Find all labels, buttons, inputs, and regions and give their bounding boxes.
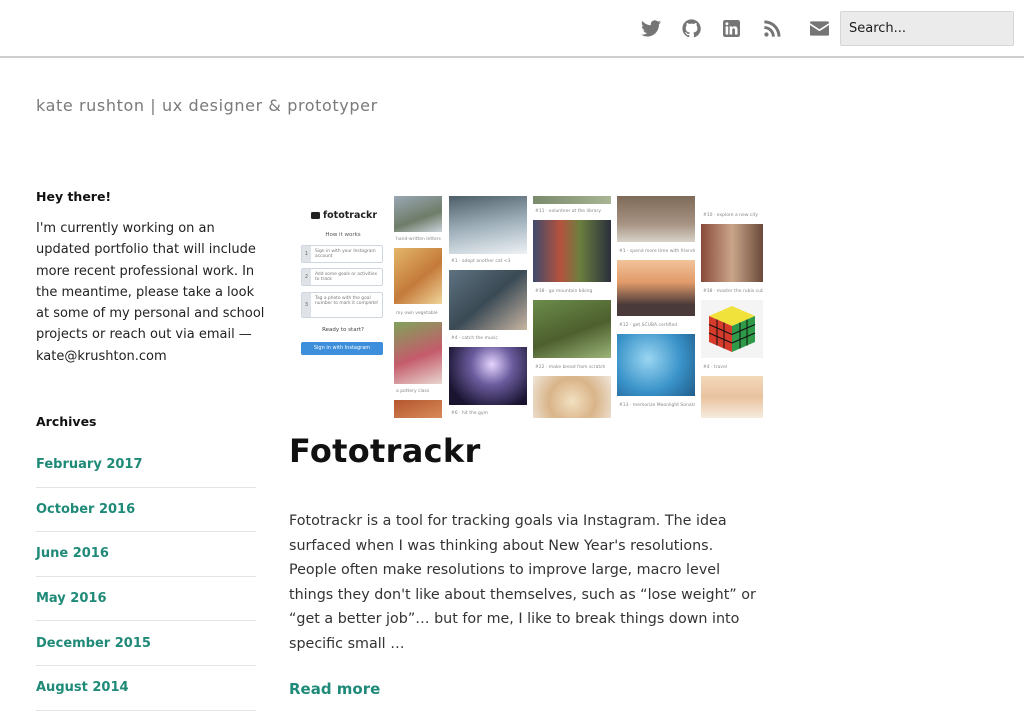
photo-caption: #1 · spend more time with friends xyxy=(617,246,695,258)
archive-item: August 2014 xyxy=(36,666,256,711)
intro-heading: Hey there! xyxy=(36,189,112,204)
archive-link[interactable]: June 2016 xyxy=(36,546,109,561)
photo-column: hand-written letters my own vegetable a … xyxy=(394,196,442,418)
archive-link[interactable]: August 2014 xyxy=(36,680,129,695)
photo-column: #10 · explore a new city #38 · master th… xyxy=(701,196,763,418)
archives-list: February 2017 October 2016 June 2016 May… xyxy=(36,443,256,711)
photo-caption: #6 · hit the gym xyxy=(449,408,527,418)
post-title[interactable]: Fototrackr xyxy=(289,432,481,470)
photo-caption: #38 · go mountain biking xyxy=(533,286,611,298)
how-it-works-heading: How it works xyxy=(325,232,361,238)
photo-caption: #12 · get SCUBA certified xyxy=(617,320,695,332)
archive-link[interactable]: February 2017 xyxy=(36,457,143,472)
photo-tile xyxy=(449,196,527,254)
step-number: 1 xyxy=(302,246,311,262)
photo-tile xyxy=(617,334,695,396)
photo-caption: a pottery class xyxy=(394,386,442,398)
photo-tile xyxy=(394,400,442,418)
photo-tile xyxy=(617,196,695,242)
photo-column: #1 · adopt another cat <3 #4 · catch the… xyxy=(449,196,527,418)
photo-tile xyxy=(394,248,442,304)
camera-icon xyxy=(311,212,320,219)
step-card: 1 Sign in with your Instagram account xyxy=(301,245,383,263)
photo-column: #11 · volunteer at the library #38 · go … xyxy=(533,196,611,418)
photo-caption: #4 · travel xyxy=(701,362,763,374)
archive-link[interactable]: December 2015 xyxy=(36,636,151,651)
rubik-cube-photo xyxy=(701,300,763,358)
archive-item: February 2017 xyxy=(36,443,256,488)
photo-caption: #11 · volunteer at the library xyxy=(533,206,611,218)
photo-tile xyxy=(533,300,611,358)
photo-tile xyxy=(394,196,442,232)
archive-link[interactable]: May 2016 xyxy=(36,591,107,606)
site-title[interactable]: kate rushton | ux designer & prototyper xyxy=(36,96,378,115)
step-card: 2 Add some goals or activities to track xyxy=(301,268,383,286)
step-text: Sign in with your Instagram account xyxy=(315,249,376,260)
logo-text: fototrackr xyxy=(323,210,377,221)
photo-tile xyxy=(394,322,442,384)
photo-caption: #1 · adopt another cat <3 xyxy=(449,256,527,268)
photo-caption: #13 · memorize Moonlight Sonata xyxy=(617,400,695,412)
photo-column: #1 · spend more time with friends #12 · … xyxy=(617,196,695,418)
photo-caption: #38 · master the rubix cube xyxy=(701,286,763,298)
photo-tile xyxy=(701,376,763,418)
archives-heading: Archives xyxy=(36,414,97,429)
photo-tile xyxy=(701,224,763,282)
search-input[interactable] xyxy=(840,11,1014,46)
archive-item: May 2016 xyxy=(36,577,256,622)
photo-tile xyxy=(533,196,611,204)
archive-item: December 2015 xyxy=(36,621,256,666)
intro-text: I'm currently working on an updated port… xyxy=(36,221,265,364)
archive-link[interactable]: October 2016 xyxy=(36,502,135,517)
fototrackr-intro-panel: fototrackr How it works 1 Sign in with yo… xyxy=(297,196,389,418)
step-card: 3 Tag a photo with the goal number to mar… xyxy=(301,292,383,318)
photo-caption: hand-written letters xyxy=(394,234,442,246)
archive-item: June 2016 xyxy=(36,532,256,577)
photo-caption: my own vegetable xyxy=(394,308,442,320)
fototrackr-logo: fototrackr xyxy=(311,210,377,221)
photo-caption: #4 · catch the music xyxy=(449,333,527,345)
photo-tile xyxy=(533,220,611,282)
photo-tile xyxy=(533,376,611,418)
step-number: 2 xyxy=(302,269,311,285)
step-text: Add some goals or activities to track xyxy=(315,272,377,283)
photo-caption: #22 · make bread from scratch xyxy=(533,362,611,374)
archive-item: October 2016 xyxy=(36,488,256,533)
photo-caption: #10 · explore a new city xyxy=(701,210,763,222)
photo-tile xyxy=(449,347,527,405)
ready-text: Ready to start? xyxy=(322,327,364,333)
feature-image[interactable]: fototrackr How it works 1 Sign in with yo… xyxy=(297,196,763,418)
twitter-icon[interactable] xyxy=(640,17,662,39)
linkedin-icon[interactable] xyxy=(721,17,741,39)
github-icon[interactable] xyxy=(680,17,702,39)
rss-icon[interactable] xyxy=(762,17,782,39)
top-bar xyxy=(0,0,1024,58)
photo-tile xyxy=(449,270,527,330)
step-number: 3 xyxy=(302,293,311,317)
photo-tile xyxy=(617,260,695,316)
step-text: Tag a photo with the goal number to mark… xyxy=(315,296,379,307)
rubik-cube-icon xyxy=(708,306,756,352)
post-excerpt: Fototrackr is a tool for tracking goals … xyxy=(289,513,756,652)
read-more-link[interactable]: Read more xyxy=(289,680,380,698)
sign-in-instagram-button: Sign in with Instagram xyxy=(301,342,383,355)
envelope-icon[interactable] xyxy=(808,17,830,39)
